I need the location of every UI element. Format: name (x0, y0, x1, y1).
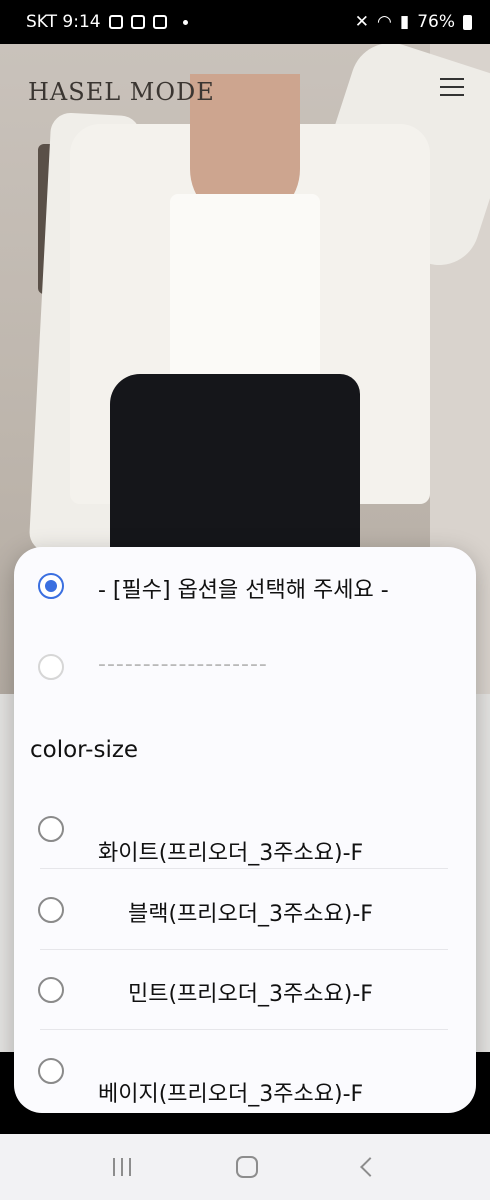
option-radio-white[interactable] (38, 816, 64, 842)
signal-icon: ▮ (399, 12, 410, 32)
wifi-icon: ◠ (377, 12, 392, 32)
more-notifications-icon (182, 19, 188, 25)
option-group-label: color-size (30, 737, 139, 763)
option-radio-mint[interactable] (38, 977, 64, 1003)
mute-icon: ✕ (354, 12, 369, 32)
notification-app-icon (108, 15, 123, 29)
option-label-mint[interactable]: 민트(프리오더_3주소요)-F (128, 976, 373, 1008)
home-icon[interactable] (235, 1156, 258, 1178)
system-nav-bar (0, 1134, 490, 1200)
separator-option-radio (38, 654, 64, 680)
option-divider (40, 1029, 448, 1030)
option-label-beige[interactable]: 베이지(프리오더_3주소요)-F (98, 1076, 363, 1108)
option-select-sheet: - [필수] 옵션을 선택해 주세요 - -------------------… (14, 547, 476, 1113)
battery-icon (463, 14, 472, 30)
recent-apps-icon[interactable] (112, 1158, 131, 1176)
status-bar: SKT 9:14 ✕ ◠ ▮ 76% (0, 0, 490, 44)
option-label-black[interactable]: 블랙(프리오더_3주소요)-F (128, 896, 373, 928)
placeholder-option-label[interactable]: - [필수] 옵션을 선택해 주세요 - (98, 572, 389, 604)
hamburger-icon[interactable] (440, 78, 464, 98)
gallery-notification-icon (130, 15, 145, 29)
instagram-notification-icon (152, 15, 167, 29)
back-icon[interactable] (360, 1157, 381, 1177)
placeholder-option-radio[interactable] (38, 573, 64, 599)
site-logo[interactable]: HASEL MODE (28, 78, 215, 106)
battery-level: 76% (417, 12, 455, 32)
option-radio-black[interactable] (38, 897, 64, 923)
separator-option-label: ------------------- (98, 652, 268, 677)
option-divider (40, 868, 448, 869)
option-divider (40, 949, 448, 950)
carrier-time: SKT 9:14 (26, 12, 101, 32)
option-label-white[interactable]: 화이트(프리오더_3주소요)-F (98, 835, 363, 867)
option-radio-beige[interactable] (38, 1058, 64, 1084)
